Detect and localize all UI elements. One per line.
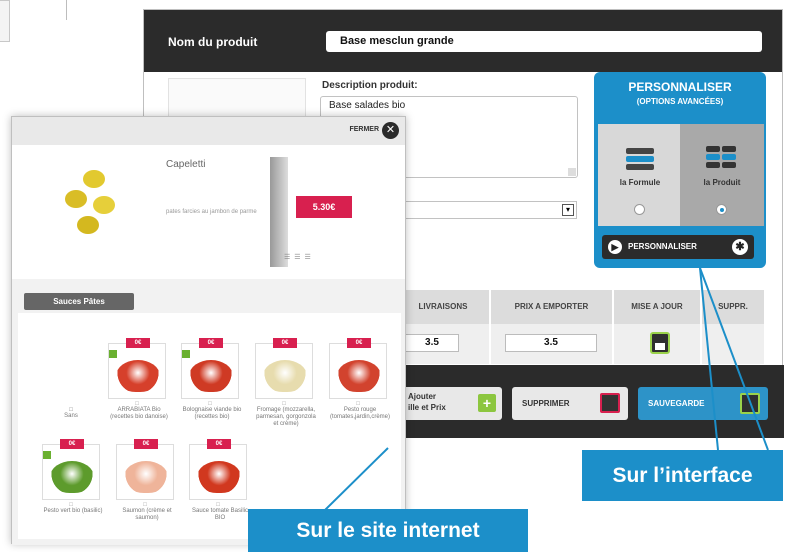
interface-connector-b bbox=[699, 267, 769, 451]
interface-callout: Sur l’interface bbox=[582, 450, 783, 501]
screenshot-stage: Nom du produit Base mesclun grande Descr… bbox=[0, 0, 787, 552]
site-connector bbox=[324, 447, 389, 511]
website-callout: Sur le site internet bbox=[248, 509, 528, 552]
interface-connector-a bbox=[699, 267, 719, 451]
